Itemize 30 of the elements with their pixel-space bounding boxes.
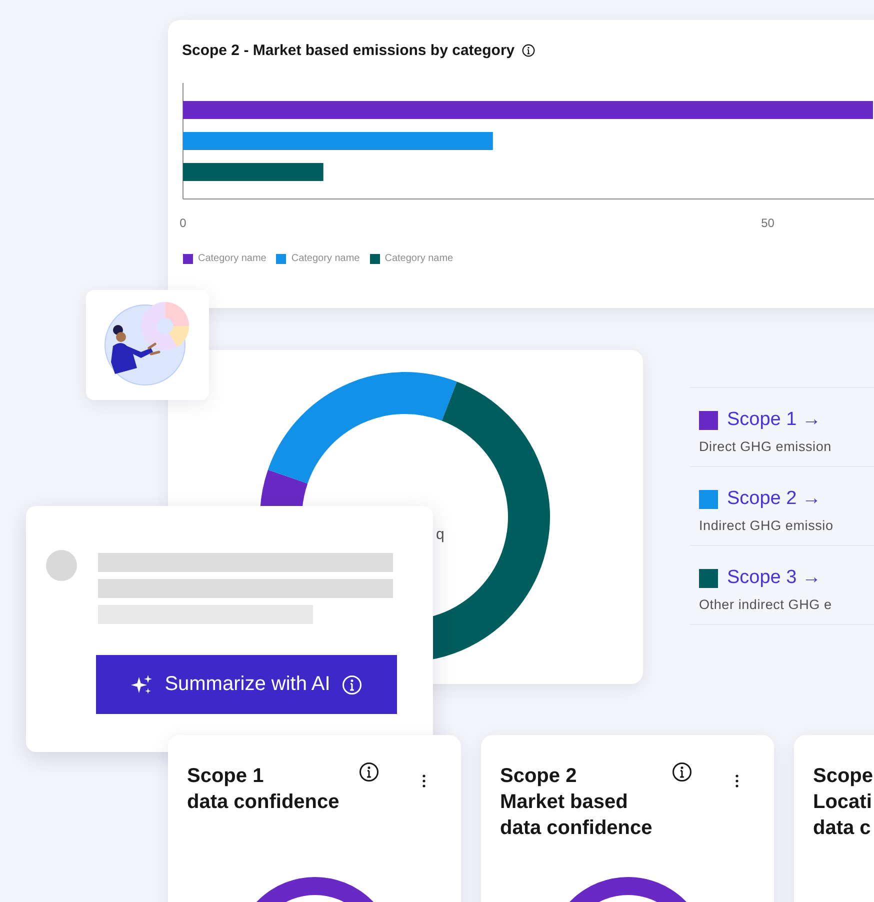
axis-tick-label: 50 [761,216,774,230]
info-icon[interactable] [672,762,692,782]
card-title: Scope 2 [500,764,577,789]
scope-description: Direct GHG emission [699,439,832,454]
legend-label: Category name [291,253,360,264]
card-title: Scope 1 [187,764,264,789]
overflow-menu-icon[interactable] [422,774,426,788]
card-title: data c [813,816,871,841]
summarize-button[interactable]: Summarize with AI [96,655,397,714]
legend-label: Category name [384,253,454,264]
scope-description: Other indirect GHG e [699,597,833,612]
card-title: data confidence [500,816,652,841]
overflow-menu-icon[interactable] [735,774,739,788]
scope-link[interactable]: Scope 2 → [727,488,821,510]
chart-title: Scope 2 - Market based emissions by category [182,42,515,59]
sparkle-icon [130,674,153,696]
info-icon[interactable] [522,44,535,57]
avatar-placeholder [46,550,77,581]
legend-label: Category name [198,253,266,264]
scope-link[interactable]: Scope 1 → [727,409,821,431]
card-title: Market based [500,790,628,815]
card-title: Scope [813,764,874,789]
info-icon[interactable] [359,762,379,782]
info-icon [342,674,362,694]
scope-description: Indirect GHG emissio [699,518,834,533]
card-title: Locati [813,790,872,815]
card-title: data confidence [187,790,340,815]
axis-tick-label: 0 [180,216,186,230]
unit-label: q [436,526,444,543]
scope-link[interactable]: Scope 3 → [727,567,821,589]
